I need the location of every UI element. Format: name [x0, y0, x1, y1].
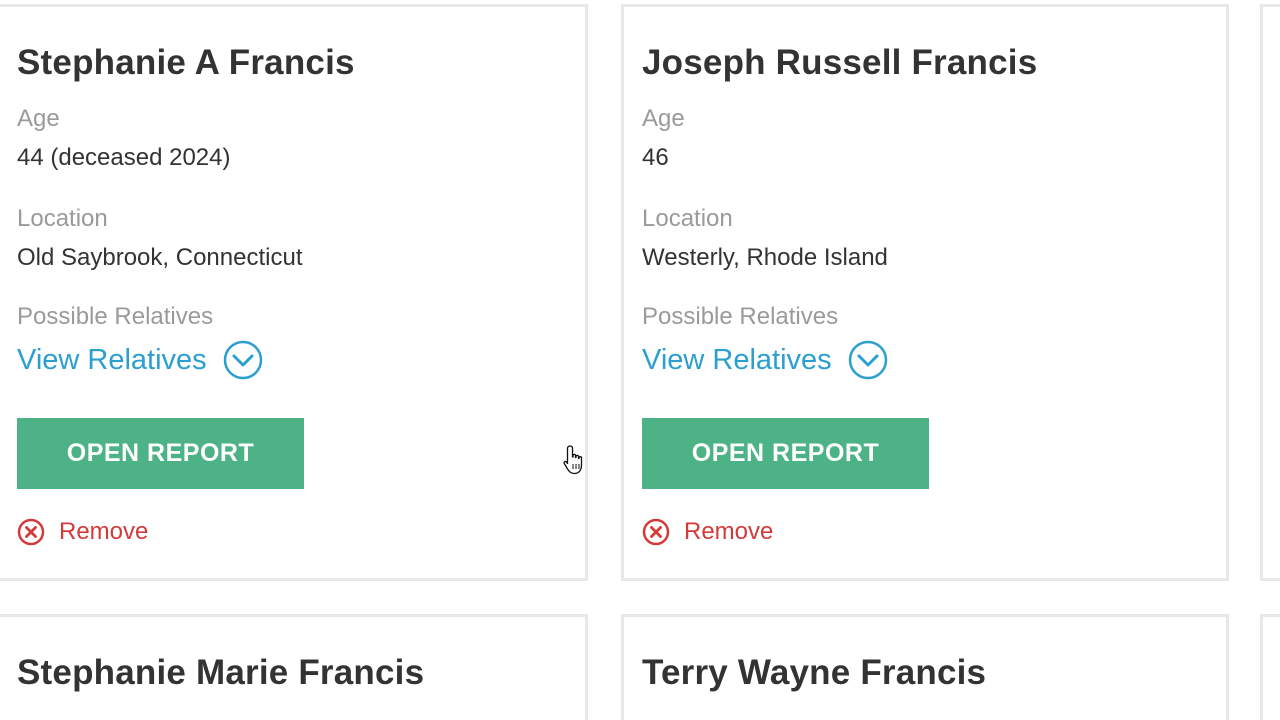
age-value: 46 — [642, 144, 669, 171]
result-card-edge — [1260, 4, 1280, 581]
result-card: Joseph Russell Francis Age 46 Location W… — [621, 4, 1229, 581]
person-name: Stephanie Marie Francis — [17, 653, 425, 692]
age-label: Age — [17, 105, 60, 132]
search-results-page: Stephanie A Francis Age 44 (deceased 202… — [0, 0, 1280, 720]
age-value: 44 (deceased 2024) — [17, 144, 231, 171]
result-card: Stephanie Marie Francis — [0, 614, 588, 720]
age-label: Age — [642, 105, 685, 132]
result-card-edge — [1260, 614, 1280, 720]
hand-pointer-cursor-icon — [563, 445, 583, 475]
person-name: Stephanie A Francis — [17, 43, 355, 82]
remove-label[interactable]: Remove — [684, 518, 773, 546]
remove-button[interactable]: Remove — [642, 518, 773, 546]
location-label: Location — [642, 205, 733, 232]
view-relatives-link[interactable]: View Relatives — [642, 344, 832, 377]
view-relatives-toggle[interactable]: View Relatives — [17, 340, 263, 380]
x-circle-icon[interactable] — [17, 518, 45, 546]
location-label: Location — [17, 205, 108, 232]
chevron-down-circle-icon[interactable] — [223, 340, 263, 380]
location-value: Old Saybrook, Connecticut — [17, 244, 303, 271]
result-card: Stephanie A Francis Age 44 (deceased 202… — [0, 4, 588, 581]
chevron-down-circle-icon[interactable] — [848, 340, 888, 380]
remove-label[interactable]: Remove — [59, 518, 148, 546]
open-report-button[interactable]: OPEN REPORT — [17, 418, 304, 489]
location-value: Westerly, Rhode Island — [642, 244, 888, 271]
relatives-label: Possible Relatives — [17, 303, 214, 330]
person-name: Terry Wayne Francis — [642, 653, 987, 692]
view-relatives-toggle[interactable]: View Relatives — [642, 340, 888, 380]
result-card: Terry Wayne Francis — [621, 614, 1229, 720]
x-circle-icon[interactable] — [642, 518, 670, 546]
open-report-button[interactable]: OPEN REPORT — [642, 418, 929, 489]
remove-button[interactable]: Remove — [17, 518, 148, 546]
relatives-label: Possible Relatives — [642, 303, 839, 330]
person-name: Joseph Russell Francis — [642, 43, 1038, 82]
view-relatives-link[interactable]: View Relatives — [17, 344, 207, 377]
